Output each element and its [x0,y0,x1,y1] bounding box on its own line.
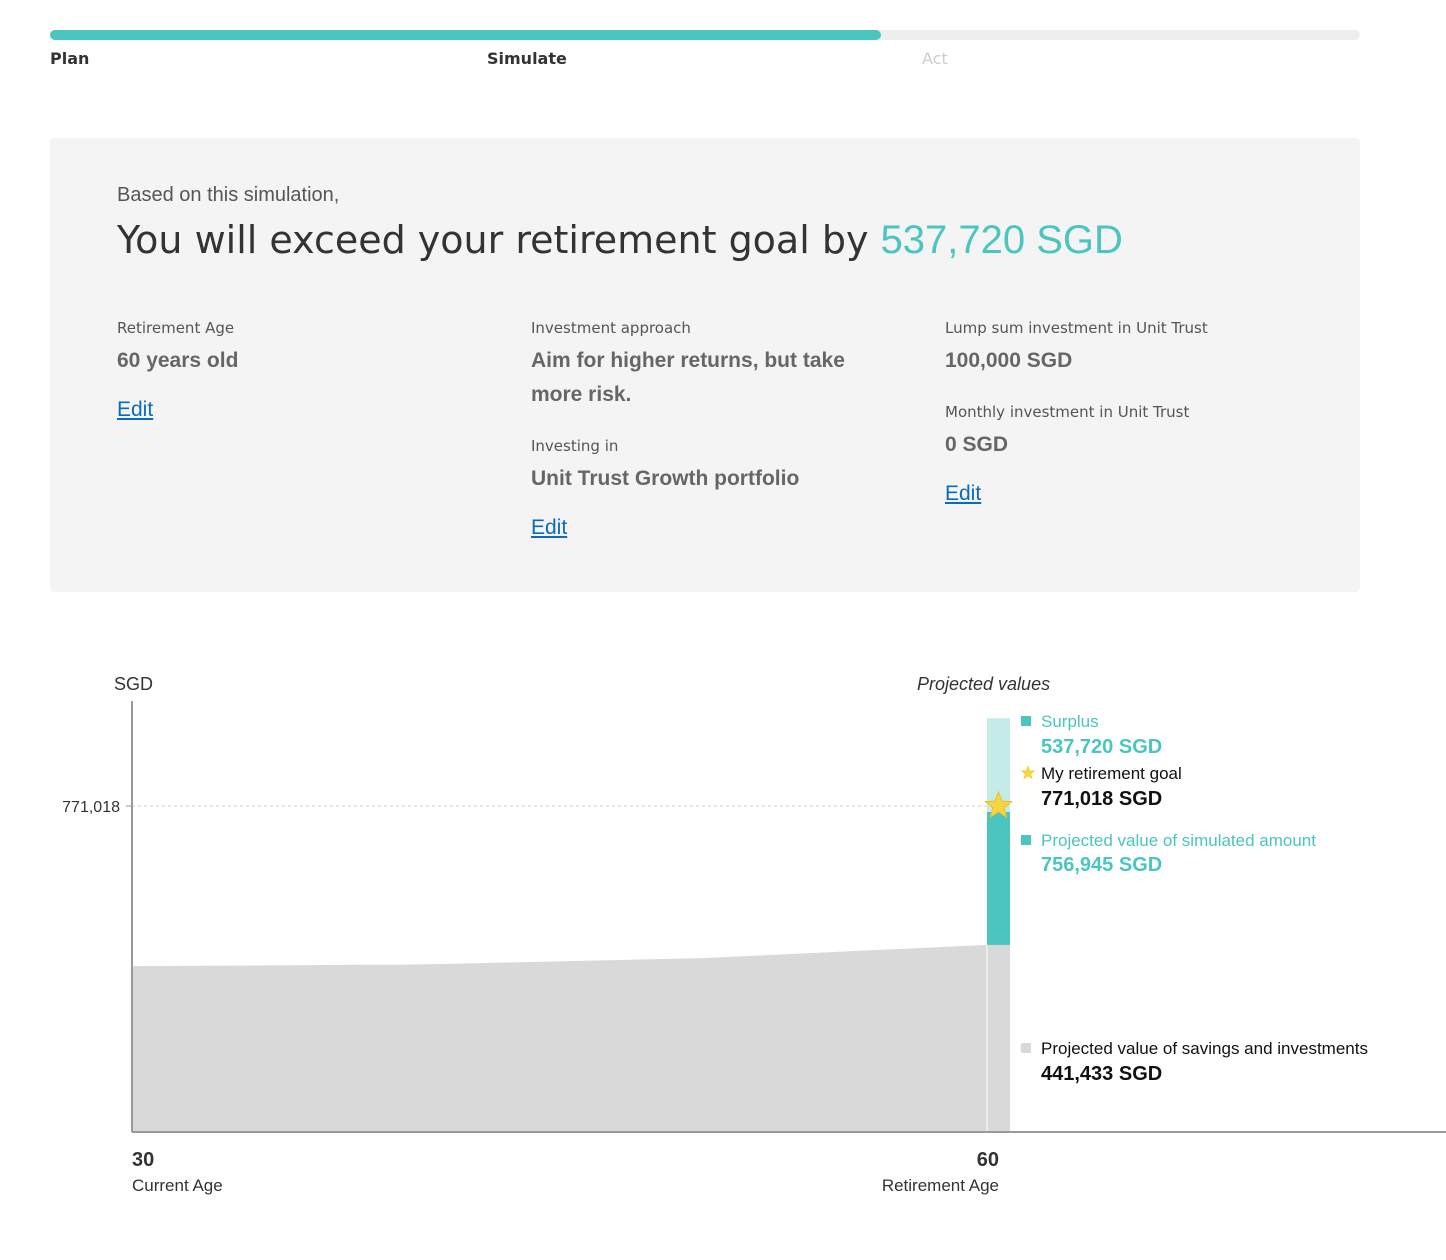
investing-in-value: Unit Trust Growth portfolio [531,467,800,490]
x-tick-label: 60 [977,1149,999,1171]
savings-area [132,944,987,1131]
legend-label: Surplus [1041,712,1099,731]
x-tick-caption: Current Age [132,1176,223,1195]
summary-headline: You will exceed your retirement goal by … [117,218,1123,263]
step-simulate[interactable]: Simulate [487,49,567,68]
surplus-amount: 537,720 SGD [880,218,1123,262]
step-act: Act [922,49,948,68]
legend-label: Projected value of savings and investmen… [1041,1039,1368,1058]
legend-value: 441,433 SGD [1041,1063,1162,1085]
progress-fill [50,30,881,40]
legend-marker-square [1021,835,1031,845]
x-tick-caption: Retirement Age [882,1176,999,1195]
step-plan[interactable]: Plan [50,49,89,68]
retirement-age-value: 60 years old [117,349,239,372]
retirement-age-section: Retirement Age 60 years old Edit [117,316,497,422]
lump-sum-label: Lump sum investment in Unit Trust [945,319,1208,337]
projected-values-title: Projected values [917,674,1050,694]
investment-approach-section: Investment approach Aim for higher retur… [531,316,891,540]
retirement-age-label: Retirement Age [117,319,235,337]
x-tick-label: 30 [132,1149,154,1171]
legend-value: 756,945 SGD [1041,854,1162,876]
bar-segment-surplus [987,718,1010,812]
legend-star-icon [1020,765,1036,780]
edit-retirement-age-link[interactable]: Edit [117,398,153,422]
investing-in-label: Investing in [531,437,619,455]
bar-segment-savings [987,944,1010,1131]
edit-investment-approach-link[interactable]: Edit [531,516,567,540]
edit-investment-amount-link[interactable]: Edit [945,482,981,506]
lump-sum-value: 100,000 SGD [945,349,1073,372]
progress-track [50,30,1360,40]
goal-star-icon [983,790,1014,819]
investment-approach-label: Investment approach [531,319,691,337]
investment-approach-value: Aim for higher returns, but take more ri… [531,349,845,406]
y-axis-label: SGD [114,674,153,694]
headline-text: You will exceed your retirement goal by [117,218,881,262]
legend-label: My retirement goal [1041,764,1182,783]
simulation-summary-panel: Based on this simulation, You will excee… [50,138,1360,592]
monthly-investment-value: 0 SGD [945,433,1009,456]
legend-marker-square [1021,1043,1031,1053]
summary-intro: Based on this simulation, [117,184,340,206]
legend-value: 537,720 SGD [1041,736,1162,758]
legend-marker-square [1021,716,1031,726]
y-tick-label: 771,018 [62,799,120,816]
bar-segment-simulated [987,811,1010,945]
legend-label: Projected value of simulated amount [1041,831,1316,850]
investment-amount-section: Lump sum investment in Unit Trust 100,00… [945,316,1325,506]
monthly-investment-label: Monthly investment in Unit Trust [945,403,1190,421]
legend-value: 771,018 SGD [1041,788,1162,810]
